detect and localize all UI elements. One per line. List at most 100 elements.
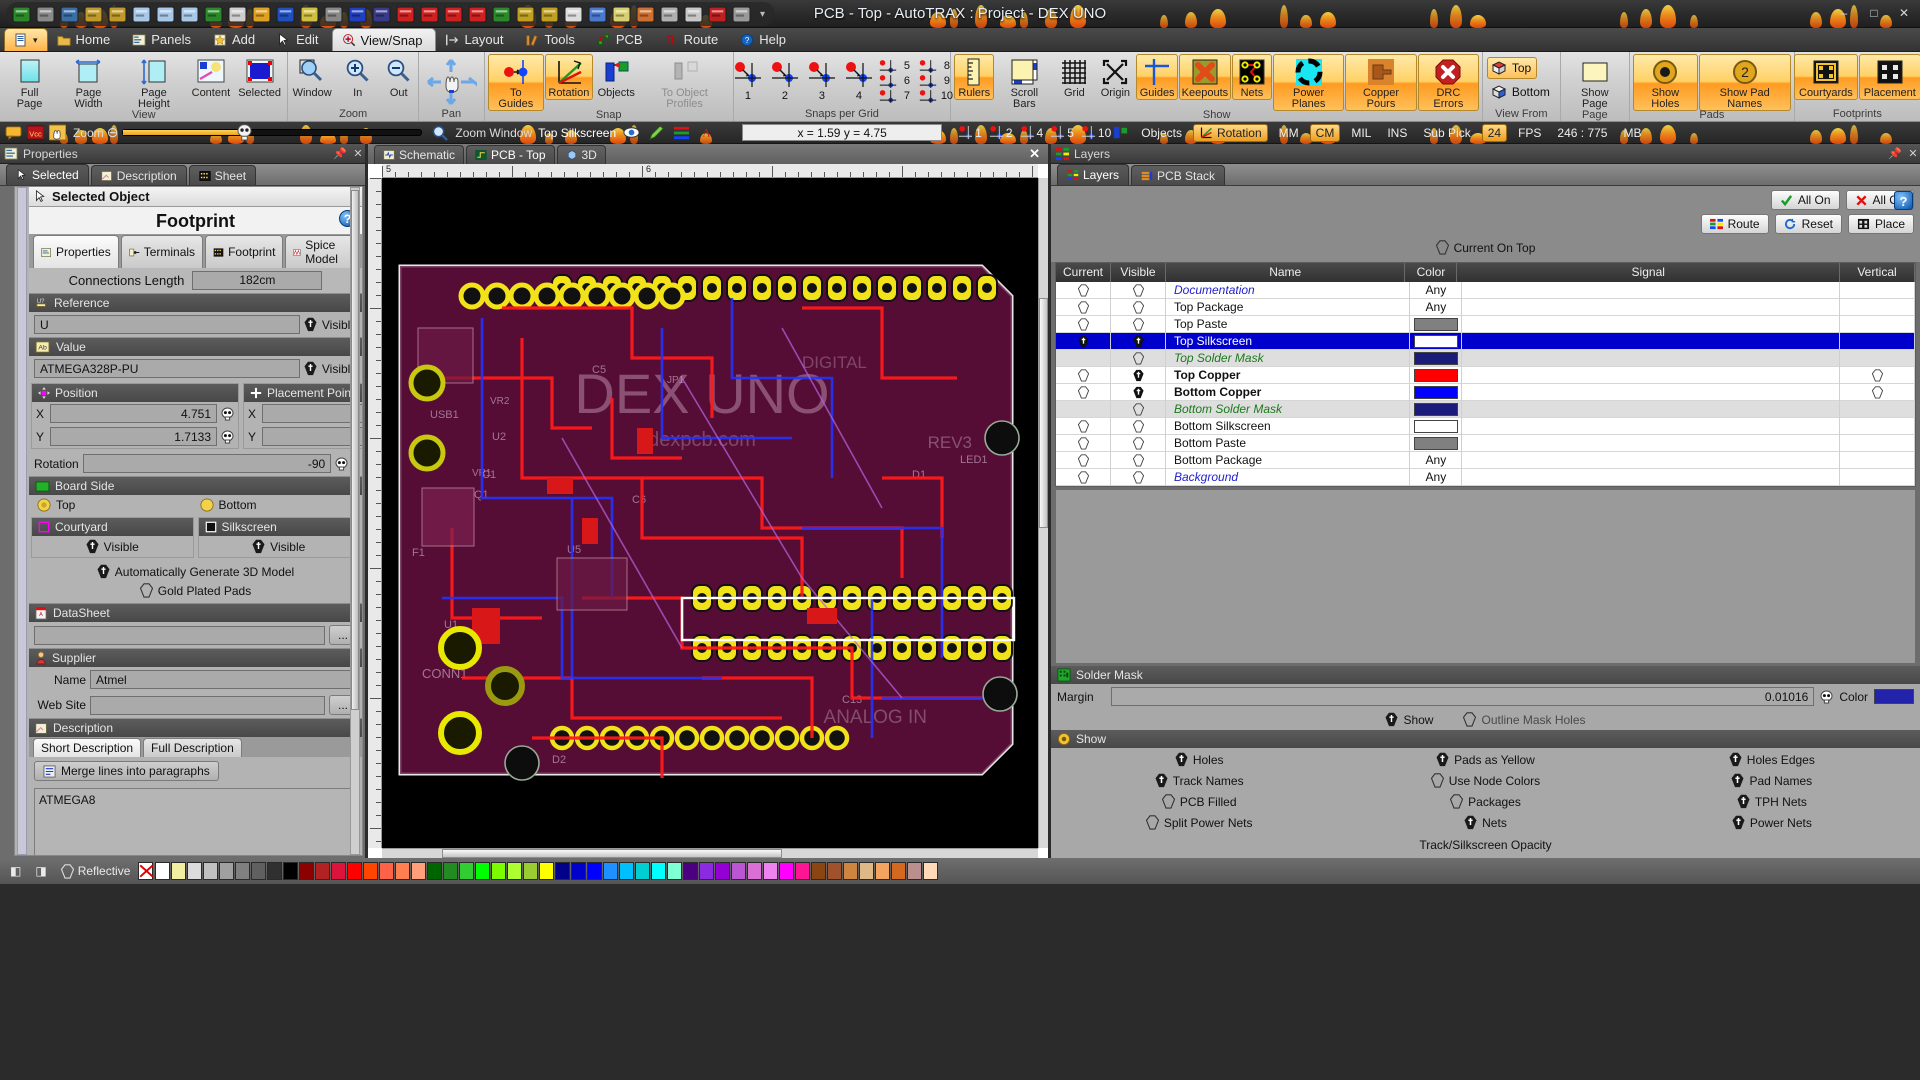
layer-color-swatch[interactable]: [1413, 317, 1458, 331]
color-swatch[interactable]: [587, 862, 603, 880]
layer-color-cell[interactable]: Any: [1410, 281, 1463, 299]
layer-row[interactable]: Documentation Any: [1056, 281, 1915, 299]
layer-color-swatch[interactable]: [1413, 402, 1458, 416]
snaps-per-grid-8[interactable]: 8: [918, 59, 954, 74]
color-swatch[interactable]: [395, 862, 411, 880]
sub-pick-value[interactable]: 24: [1481, 123, 1508, 142]
layers-close-button[interactable]: ✕: [1906, 147, 1920, 161]
footprint-sub-tabs[interactable]: Properties Terminals Footprint Spice Mod…: [29, 234, 362, 268]
tab-tools[interactable]: Tools: [516, 28, 587, 51]
color-swatch[interactable]: [907, 862, 923, 880]
subtab-spice-model[interactable]: Spice Model: [285, 235, 360, 268]
position-y-input[interactable]: [50, 427, 217, 446]
page-width-icon[interactable]: [156, 5, 175, 24]
snaps-per-grid-6[interactable]: 6: [878, 74, 914, 89]
description-tabs[interactable]: Short Description Full Description: [29, 737, 362, 757]
rulers-button[interactable]: Rulers: [954, 54, 995, 100]
snap-quick-10[interactable]: 10: [1081, 125, 1111, 140]
layer-current-toggle[interactable]: [1056, 349, 1111, 367]
layer-current-toggle[interactable]: [1056, 468, 1111, 486]
snap-rotation-button[interactable]: Rotation: [544, 54, 593, 100]
show-option-power-nets[interactable]: Power Nets: [1634, 815, 1910, 830]
color-swatch[interactable]: [923, 862, 939, 880]
layer-vertical-cell[interactable]: [1840, 315, 1915, 333]
zoom-slider[interactable]: [122, 124, 423, 141]
properties-scrollbar[interactable]: [350, 187, 360, 855]
minimize-button[interactable]: –: [1834, 4, 1854, 22]
cm-icon[interactable]: [516, 5, 535, 24]
color-swatch[interactable]: [443, 862, 459, 880]
tab-pcb[interactable]: PCB: [588, 28, 656, 51]
color-swatch[interactable]: [811, 862, 827, 880]
show-pad-names-button[interactable]: 2 Show Pad Names: [1698, 54, 1791, 111]
palette-prev-button[interactable]: ◧: [4, 864, 27, 878]
ribbon-tab-strip[interactable]: ▾ Home Panels Add Edit View/Snap Layout: [0, 28, 1920, 77]
place-button[interactable]: Place: [1847, 214, 1914, 234]
show-option-use-node-colors[interactable]: Use Node Colors: [1347, 773, 1623, 788]
show-option-holes[interactable]: Holes: [1061, 752, 1337, 767]
layer-visible-toggle[interactable]: [1111, 451, 1166, 469]
power-planes-button[interactable]: Power Planes: [1272, 54, 1345, 111]
drc-errors-button[interactable]: DRC Errors: [1417, 54, 1480, 111]
selected-button[interactable]: Selected: [235, 54, 285, 100]
color-swatch[interactable]: [651, 862, 667, 880]
show-option-packages[interactable]: Packages: [1347, 794, 1623, 809]
comment-icon[interactable]: [5, 124, 22, 141]
mil-icon[interactable]: [540, 5, 559, 24]
pcb-round-pad[interactable]: [674, 725, 700, 751]
pcb-round-pad[interactable]: [658, 282, 686, 310]
color-swatch[interactable]: [795, 862, 811, 880]
pcb-pad[interactable]: [751, 274, 773, 302]
tab-add[interactable]: Add: [204, 28, 268, 51]
page-height-button[interactable]: Page Height: [121, 54, 187, 111]
color-swatch[interactable]: [763, 862, 779, 880]
layer-vertical-cell[interactable]: [1840, 417, 1915, 435]
snaps-per-grid-2[interactable]: 2: [767, 60, 803, 102]
zoom-out-small-button[interactable]: ⊖: [107, 124, 119, 141]
all-on-button[interactable]: All On: [1770, 190, 1840, 210]
skull-icon[interactable]: [1820, 690, 1833, 704]
pcb-board-render[interactable]: DEX UNO dexpcb.com REV3 DIGITAL ANALOG I…: [382, 178, 1038, 848]
layer-vertical-cell[interactable]: [1840, 400, 1915, 418]
layer-color-cell[interactable]: Any: [1410, 298, 1463, 316]
pcb-round-pad[interactable]: [774, 725, 800, 751]
tab-sheet[interactable]: Sheet: [188, 165, 257, 185]
color-swatch[interactable]: [331, 862, 347, 880]
snaps-per-grid-3[interactable]: 3: [804, 60, 840, 102]
pcb-round-pad[interactable]: [483, 282, 511, 310]
pcb-pad[interactable]: [976, 274, 998, 302]
color-swatch[interactable]: [299, 862, 315, 880]
layer-current-toggle[interactable]: [1056, 366, 1111, 384]
pcb-pad[interactable]: [951, 274, 973, 302]
eye-icon[interactable]: [623, 124, 640, 141]
layers-icon[interactable]: [636, 5, 655, 24]
layer-visible-toggle[interactable]: [1111, 400, 1166, 418]
color-swatch[interactable]: [283, 862, 299, 880]
layer-color-cell[interactable]: [1410, 417, 1463, 435]
layer-vertical-cell[interactable]: [1840, 281, 1915, 299]
color-swatch[interactable]: [507, 862, 523, 880]
layer-visible-toggle[interactable]: [1111, 417, 1166, 435]
snap-objects-button[interactable]: Objects: [594, 54, 639, 100]
color-swatch[interactable]: [523, 862, 539, 880]
color-swatch[interactable]: [491, 862, 507, 880]
show-page-button[interactable]: Show Page: [1564, 54, 1626, 111]
view-from-top-button[interactable]: Top: [1486, 57, 1538, 79]
zoom-window-button[interactable]: Window: [288, 54, 337, 100]
text-color-icon[interactable]: A: [698, 124, 715, 141]
maximize-button[interactable]: □: [1864, 4, 1884, 22]
pcb-pad[interactable]: [801, 274, 823, 302]
solder-mask-color-swatch[interactable]: [1874, 689, 1914, 704]
layer-visible-toggle[interactable]: [1111, 366, 1166, 384]
color-swatch[interactable]: [891, 862, 907, 880]
zoom-out-button[interactable]: Out: [379, 54, 419, 100]
pcb-round-pad[interactable]: [608, 282, 636, 310]
supplier-name-input[interactable]: [90, 670, 357, 689]
outline-mask-holes-toggle[interactable]: Outline Mask Holes: [1463, 712, 1586, 727]
subtab-properties[interactable]: Properties: [33, 235, 119, 268]
reference-input[interactable]: [34, 315, 300, 334]
color-swatches[interactable]: [155, 862, 1916, 880]
objects-toggle[interactable]: Objects: [1136, 124, 1187, 142]
color-swatch[interactable]: [667, 862, 683, 880]
snaps-per-grid-10[interactable]: 10: [918, 89, 954, 104]
